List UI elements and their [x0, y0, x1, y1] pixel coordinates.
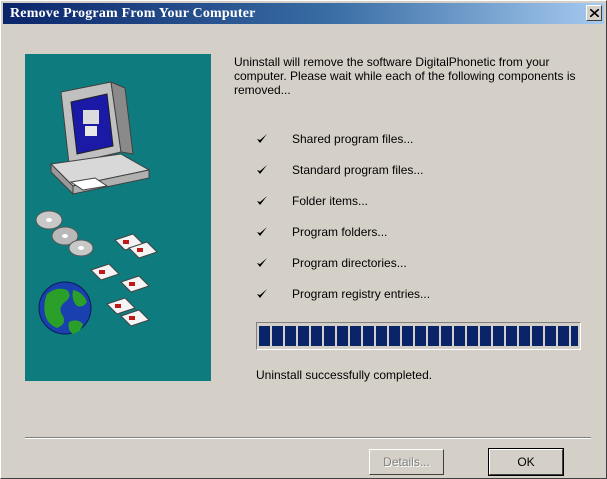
ok-button[interactable]: OK: [488, 448, 564, 476]
button-divider: [25, 437, 591, 439]
title-bar[interactable]: Remove Program From Your Computer: [3, 3, 604, 24]
computer-icon: [49, 81, 151, 196]
globe-icon: [38, 281, 92, 335]
progress-bar: [256, 322, 581, 350]
component-label: Folder items...: [292, 194, 369, 208]
cd-icon: [35, 210, 94, 257]
progress-fill: [259, 326, 578, 346]
checkmark-icon: [257, 196, 267, 205]
list-item: Shared program files...: [256, 132, 516, 148]
component-label: Program folders...: [292, 225, 388, 239]
window-title: Remove Program From Your Computer: [10, 6, 256, 21]
component-label: Program directories...: [292, 256, 407, 270]
uninstall-dialog: Remove Program From Your Computer Uninst…: [0, 0, 607, 479]
component-label: Shared program files...: [292, 132, 414, 146]
intro-message: Uninstall will remove the software Digit…: [234, 55, 576, 97]
list-item: Program directories...: [256, 256, 516, 272]
checkmark-icon: [257, 227, 267, 236]
list-item: Program folders...: [256, 225, 516, 241]
checkmark-icon: [257, 289, 267, 298]
component-label: Program registry entries...: [292, 287, 431, 301]
checkmark-icon: [257, 165, 267, 174]
status-text: Uninstall successfully completed.: [256, 368, 433, 382]
details-button[interactable]: Details...: [369, 449, 444, 475]
floppy-disk-icon: [90, 233, 158, 327]
uninstall-illustration: [35, 81, 158, 335]
close-button[interactable]: [586, 5, 602, 21]
list-item: Folder items...: [256, 194, 516, 210]
checkmark-icon: [257, 134, 267, 143]
component-label: Standard program files...: [292, 163, 424, 177]
list-item: Standard program files...: [256, 163, 516, 179]
list-item: Program registry entries...: [256, 287, 516, 303]
checkmark-icon: [257, 258, 267, 267]
side-illustration-panel: [25, 54, 211, 381]
close-icon: [590, 9, 599, 17]
